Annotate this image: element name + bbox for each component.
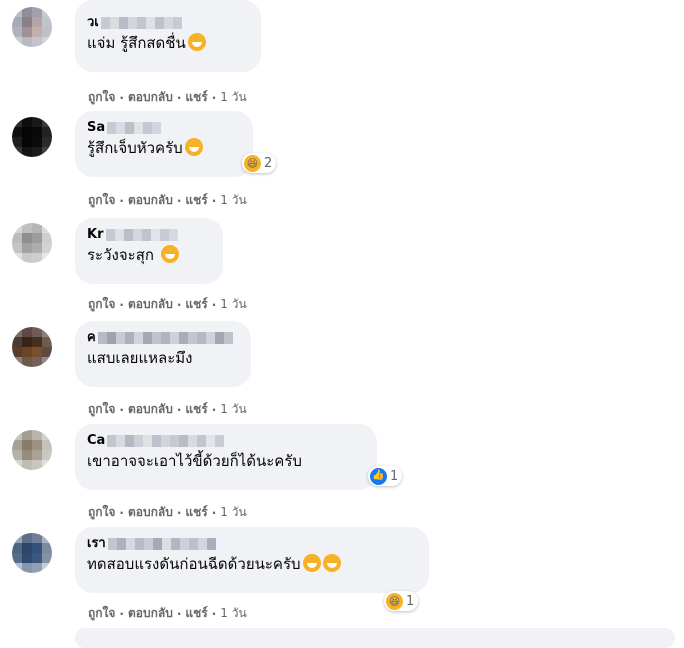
avatar[interactable] xyxy=(12,533,52,573)
reaction-summary[interactable]: 😆 2 xyxy=(242,153,277,173)
avatar[interactable] xyxy=(12,117,52,157)
reaction-count: 1 xyxy=(406,593,415,609)
comment-actions: ถูกใจ · ตอบกลับ · แชร์ · 1 วัน xyxy=(88,191,247,210)
separator: · xyxy=(211,402,217,417)
share-link[interactable]: แชร์ xyxy=(185,295,207,314)
reply-link[interactable]: ตอบกลับ xyxy=(128,295,173,314)
separator: · xyxy=(176,606,182,621)
timestamp[interactable]: 1 วัน xyxy=(220,88,246,107)
separator: · xyxy=(211,90,217,105)
rolling-laughing-emoji xyxy=(160,245,179,263)
grinning-sweat-emoji xyxy=(184,138,203,156)
separator: · xyxy=(176,505,182,520)
comment-bubble: เรา ทดสอบแรงดันก่อนฉีดด้วยนะครับ xyxy=(75,527,429,593)
comment-text: เขาอาจจะเอาไว้ขี้ด้วยก็ได้นะครับ xyxy=(87,452,302,470)
share-link[interactable]: แชร์ xyxy=(185,191,207,210)
like-link[interactable]: ถูกใจ xyxy=(88,503,115,522)
like-link[interactable]: ถูกใจ xyxy=(88,295,115,314)
like-link[interactable]: ถูกใจ xyxy=(88,191,115,210)
avatar[interactable] xyxy=(12,7,52,47)
timestamp[interactable]: 1 วัน xyxy=(220,191,246,210)
reply-link[interactable]: ตอบกลับ xyxy=(128,503,173,522)
author-name-blur xyxy=(97,332,233,344)
comment-actions: ถูกใจ · ตอบกลับ · แชร์ · 1 วัน xyxy=(88,400,247,419)
like-link[interactable]: ถูกใจ xyxy=(88,400,115,419)
beaming-grin-emoji xyxy=(322,554,341,572)
share-link[interactable]: แชร์ xyxy=(185,88,207,107)
avatar[interactable] xyxy=(12,327,52,367)
reply-link[interactable]: ตอบกลับ xyxy=(128,604,173,623)
timestamp[interactable]: 1 วัน xyxy=(220,400,246,419)
share-link[interactable]: แชร์ xyxy=(185,400,207,419)
comment-actions: ถูกใจ · ตอบกลับ · แชร์ · 1 วัน xyxy=(88,604,247,623)
haha-reaction-icon: 😆 xyxy=(386,592,403,610)
separator: · xyxy=(211,606,217,621)
comment-bubble: Kr ระวังจะสุก xyxy=(75,218,223,284)
comment-text: แจ่ม รู้สึกสดชื่น xyxy=(87,32,249,54)
separator: · xyxy=(176,297,182,312)
author-name-blur xyxy=(107,538,216,550)
comment-text: ทดสอบแรงดันก่อนฉีดด้วยนะครับ xyxy=(87,553,417,575)
separator: · xyxy=(119,297,124,312)
comment-author[interactable]: Sa xyxy=(87,119,241,137)
comment-bubble: วเ แจ่ม รู้สึกสดชื่น xyxy=(75,0,261,72)
reaction-summary[interactable]: 😆 1 xyxy=(384,591,419,611)
reply-link[interactable]: ตอบกลับ xyxy=(128,400,173,419)
separator: · xyxy=(119,193,124,208)
comment-author[interactable]: เรา xyxy=(87,535,417,553)
separator: · xyxy=(211,505,217,520)
comment-actions: ถูกใจ · ตอบกลับ · แชร์ · 1 วัน xyxy=(88,88,247,107)
comment-actions: ถูกใจ · ตอบกลับ · แชร์ · 1 วัน xyxy=(88,503,247,522)
separator: · xyxy=(119,505,124,520)
comment-bubble: ค แสบเลยแหละมึง xyxy=(75,321,251,387)
separator: · xyxy=(176,90,182,105)
comment-author[interactable]: ค xyxy=(87,329,239,347)
comment-actions: ถูกใจ · ตอบกลับ · แชร์ · 1 วัน xyxy=(88,295,247,314)
beaming-grin-emoji xyxy=(302,554,321,572)
avatar[interactable] xyxy=(12,430,52,470)
separator: · xyxy=(176,402,182,417)
share-link[interactable]: แชร์ xyxy=(185,604,207,623)
timestamp[interactable]: 1 วัน xyxy=(220,604,246,623)
author-name-blur xyxy=(105,229,178,241)
crying-laughing-cat-emoji xyxy=(187,33,206,51)
reply-link[interactable]: ตอบกลับ xyxy=(128,191,173,210)
reaction-summary[interactable]: 👍 1 xyxy=(368,466,403,486)
reaction-count: 2 xyxy=(264,155,273,171)
next-comment-bubble xyxy=(75,628,675,648)
comment-bubble: Sa รู้สึกเจ็บหัวครับ xyxy=(75,111,253,177)
comment-bubble: Ca เขาอาจจะเอาไว้ขี้ด้วยก็ได้นะครับ xyxy=(75,424,377,490)
comment-text: แสบเลยแหละมึง xyxy=(87,349,193,367)
separator: · xyxy=(119,90,124,105)
reaction-count: 1 xyxy=(390,468,399,484)
like-link[interactable]: ถูกใจ xyxy=(88,88,115,107)
haha-reaction-icon: 😆 xyxy=(244,154,261,172)
timestamp[interactable]: 1 วัน xyxy=(220,295,246,314)
separator: · xyxy=(211,193,217,208)
separator: · xyxy=(176,193,182,208)
share-link[interactable]: แชร์ xyxy=(185,503,207,522)
reply-link[interactable]: ตอบกลับ xyxy=(128,88,173,107)
separator: · xyxy=(119,606,124,621)
author-name-blur xyxy=(100,17,182,29)
avatar[interactable] xyxy=(12,223,52,263)
author-name-blur xyxy=(107,435,225,447)
like-reaction-icon: 👍 xyxy=(370,467,387,485)
comment-author[interactable]: วเ xyxy=(87,14,249,32)
like-link[interactable]: ถูกใจ xyxy=(88,604,115,623)
comment-author[interactable]: Ca xyxy=(87,432,365,450)
author-name-blur xyxy=(107,122,162,134)
separator: · xyxy=(119,402,124,417)
separator: · xyxy=(211,297,217,312)
comment-author[interactable]: Kr xyxy=(87,226,211,244)
comment-text: ระวังจะสุก xyxy=(87,244,211,266)
timestamp[interactable]: 1 วัน xyxy=(220,503,246,522)
comment-text: รู้สึกเจ็บหัวครับ xyxy=(87,137,241,159)
